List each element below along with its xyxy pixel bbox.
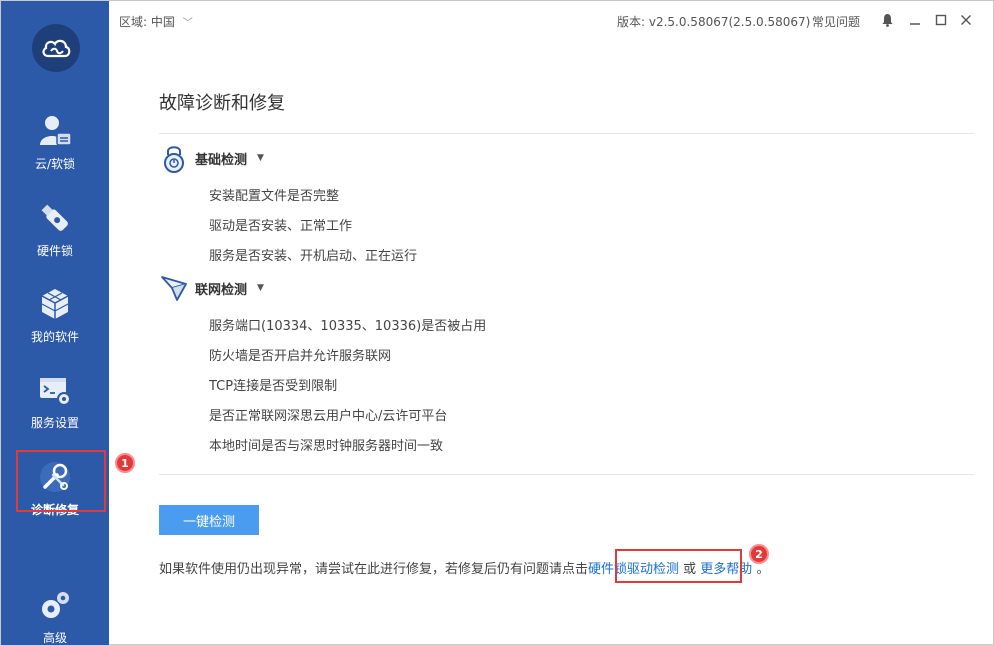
basic-check-item: 安装配置文件是否完整 (209, 189, 340, 204)
gears-icon (35, 585, 75, 625)
one-click-check-button[interactable]: 一键检测 (159, 505, 259, 535)
paper-plane-icon (159, 273, 189, 303)
sidebar-item-hardware-lock[interactable]: 硬件锁 (1, 184, 109, 268)
caret-down-icon[interactable]: ▼ (257, 153, 264, 163)
topbar: 区域: 中国 ﹀ 版本: v2.5.0.58067(2.5.0.58067) 常… (109, 1, 993, 41)
footnote-text: 如果软件使用仍出现异常，请尝试在此进行修复，若修复后仍有问题请点击 (159, 562, 589, 577)
close-icon[interactable] (958, 12, 974, 28)
sidebar-item-label: 服务设置 (30, 416, 79, 430)
minimize-icon[interactable] (907, 12, 923, 28)
main-content: 故障诊断和修复 (159, 89, 974, 115)
basic-check-item: 驱动是否安装、正常工作 (209, 219, 353, 234)
section-network-label: 联网检测 (195, 282, 248, 298)
bell-icon[interactable] (879, 12, 895, 28)
padlock-check-icon (159, 143, 189, 173)
divider-top (159, 133, 974, 134)
network-check-item: TCP连接是否受到限制 (209, 379, 338, 394)
cubes-icon (35, 284, 75, 324)
terminal-gear-icon (35, 370, 75, 410)
sidebar-item-my-software[interactable]: 我的软件 (1, 270, 109, 354)
sidebar-item-advanced[interactable]: 高级 (1, 571, 109, 645)
step-marker-1: 1 (115, 453, 135, 473)
network-check-item: 防火墙是否开启并允许服务联网 (209, 349, 392, 364)
caret-down-icon[interactable]: ▼ (257, 283, 264, 293)
region-value: 中国 (150, 15, 175, 29)
cloud-logo-icon (32, 24, 80, 72)
sidebar: 云/软锁 硬件锁 我的软件 服务设置 诊断修复 高级 (1, 1, 109, 645)
version-text: 版本: v2.5.0.58067(2.5.0.58067) (617, 15, 811, 29)
section-network-check[interactable]: 联网检测 ▼ (159, 273, 264, 303)
basic-check-item: 服务是否安装、开机启动、正在运行 (209, 249, 418, 264)
sidebar-item-cloud-soft-lock[interactable]: 云/软锁 (1, 97, 109, 181)
network-check-item: 是否正常联网深思云用户中心/云许可平台 (209, 409, 448, 424)
sidebar-item-label: 我的软件 (30, 330, 79, 344)
sidebar-item-label: 硬件锁 (36, 244, 73, 258)
footnote-end: 。 (752, 562, 770, 577)
sidebar-item-label: 高级 (42, 631, 67, 645)
section-basic-check[interactable]: 基础检测 ▼ (159, 143, 264, 173)
region-label: 区域: (119, 15, 148, 29)
step-marker-2: 2 (749, 544, 769, 564)
network-check-item: 服务端口(10334、10335、10336)是否被占用 (209, 319, 487, 334)
network-check-item: 本地时间是否与深思时钟服务器时间一致 (209, 439, 444, 454)
maximize-icon[interactable] (933, 12, 949, 28)
highlight-box-hardware-link (615, 549, 742, 583)
region-selector[interactable]: 区域: 中国 ﹀ (119, 13, 193, 30)
chevron-down-icon: ﹀ (182, 18, 193, 29)
page-title: 故障诊断和修复 (159, 93, 285, 114)
usb-dongle-icon (35, 198, 75, 238)
section-basic-label: 基础检测 (195, 152, 248, 168)
user-lock-icon (35, 111, 75, 151)
sidebar-item-service-settings[interactable]: 服务设置 (1, 356, 109, 440)
faq-link[interactable]: 常见问题 (812, 13, 860, 30)
divider-bottom (159, 474, 974, 475)
sidebar-item-label: 云/软锁 (34, 157, 76, 171)
highlight-box-diagnose (16, 450, 106, 512)
app-window: 云/软锁 硬件锁 我的软件 服务设置 诊断修复 高级 1 区域: 中国 ﹀ 版本… (0, 0, 994, 645)
